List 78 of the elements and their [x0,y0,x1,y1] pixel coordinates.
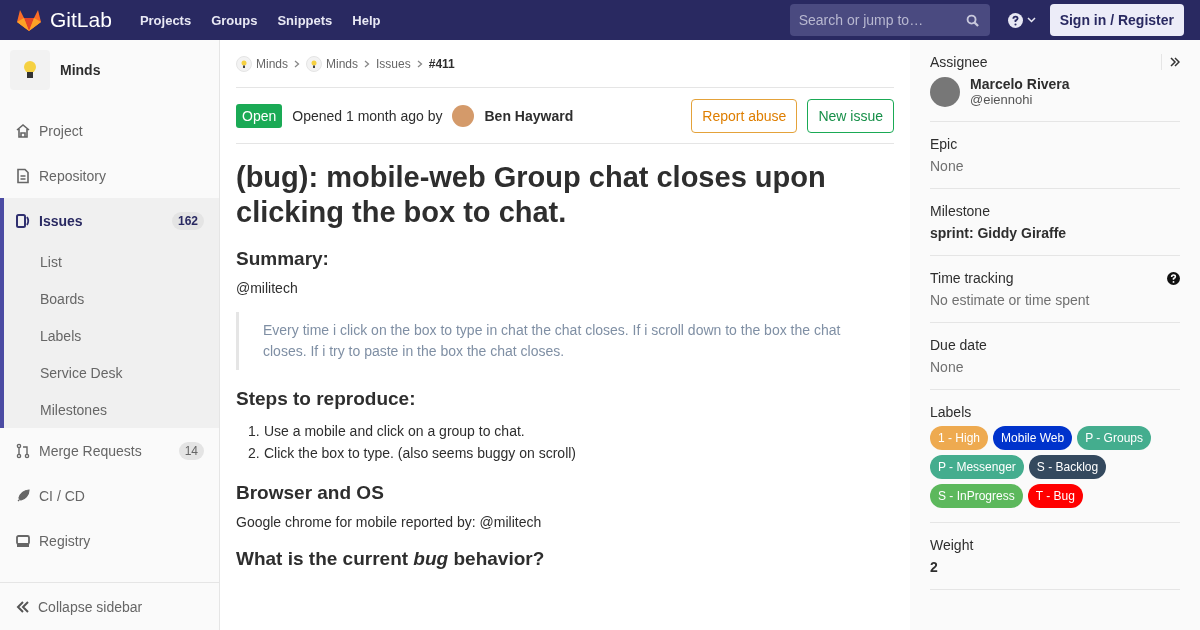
project-avatar [236,55,252,72]
section-heading: Steps to reproduce: [236,387,417,410]
section-value: No estimate or time spent [930,292,1091,308]
list-item: Click the box to type. (also seems buggy on scroll) [264,444,577,463]
section-title: Weight [930,537,974,553]
assignee-handle: @eiennohi [970,92,1034,107]
section-title: Time tracking [930,270,1014,286]
section-heading: Browser and OS [236,482,385,505]
help-icon[interactable] [1167,271,1180,285]
report-button[interactable]: Report abuse [691,98,798,133]
issue-title: (bug): mobile-web Group chat closes upon clicking the box to chat. [236,160,827,230]
fox-logo-icon[interactable] [16,8,42,32]
sidebar-subitem[interactable]: Service Desk [4,354,219,391]
sidebar-subitem[interactable]: List [4,243,219,280]
section-value: None [930,359,965,375]
sidebar-item[interactable]: Issues 162 [4,198,219,243]
count-badge: 14 [178,441,204,460]
nav-link[interactable]: Snippets [277,12,333,28]
sidebar-subitem[interactable]: Milestones [4,391,219,428]
section-heading: What is the current bug behavior? [236,548,546,571]
chevron-icon [416,59,423,68]
author-link[interactable]: Ben Hayward [484,107,574,124]
home-icon [15,122,31,139]
chevron-icon [364,59,371,68]
quote: Every time i click on the box to type in chat the chat closes. If i scroll down to the box the chat closes. If i try to paste in the box the chat closes. [236,311,867,370]
breadcrumb-link[interactable]: #411 [428,56,455,71]
sidebar-item[interactable]: Registry [0,518,219,563]
count-badge: 162 [171,211,204,230]
help-icon[interactable] [1007,12,1023,28]
assignee-name[interactable]: Marcelo Rivera [970,76,1070,92]
sidebar-item[interactable]: Merge Requests 14 [0,428,219,473]
sidebar-item[interactable]: Repository [0,153,219,198]
list-item: Use a mobile and click on a group to chat. [264,421,525,441]
double-chevron-icon [16,600,30,613]
section-title: Milestone [930,203,990,219]
search-icon [965,14,979,27]
avatar[interactable] [930,76,960,107]
section-value: None [930,158,965,174]
issues-icon [15,212,31,229]
opened-text: Opened 1 month ago by [292,107,443,124]
sidebar-item[interactable]: Project [0,108,219,153]
paragraph: Google chrome for mobile reported by: @militech [236,514,543,531]
section-value: sprint: Giddy Giraffe [930,225,1068,241]
project-avatar[interactable] [10,50,50,90]
brand-name[interactable]: GitLab [50,8,112,32]
sidebar-subitem[interactable]: Boards [4,280,219,317]
chevron-icon [294,59,300,68]
nav-link[interactable]: Help [352,12,381,28]
caret-icon[interactable] [1026,17,1036,23]
nav-link[interactable]: Groups [211,12,258,28]
label-tag[interactable]: Mobile Web [993,426,1073,450]
expand-icon[interactable] [1170,57,1180,67]
sign-in-button[interactable]: Sign in / Register [1049,4,1184,36]
new-issue-button[interactable]: New issue [807,98,894,133]
label-tag[interactable]: T - Bug [1027,484,1083,508]
paragraph: @militech [236,279,299,296]
breadcrumb-link[interactable]: Minds [326,56,359,71]
section-title: Assignee [930,54,988,70]
status-badge: Open [236,103,283,128]
registry-icon [15,532,31,549]
doc-icon [15,167,31,184]
search-field[interactable]: Search or jump to… [789,4,990,36]
list-number: 1. [248,421,258,441]
list-number: 2. [248,444,258,463]
sidebar-subitem[interactable]: Labels [4,317,219,354]
section-title: Due date [930,337,987,353]
project-avatar [306,55,322,72]
section-title: Labels [930,404,972,420]
project-name[interactable]: Minds [60,62,101,78]
nav-link[interactable]: Projects [139,12,192,28]
section-value: 2 [930,559,939,575]
breadcrumb-link[interactable]: Issues [376,56,411,71]
section-heading: Summary: [236,247,330,270]
section-title: Epic [930,136,958,152]
merge-icon [15,442,31,459]
sidebar-item[interactable]: CI / CD [0,473,219,518]
label-tag[interactable]: S - Backlog [1028,455,1107,479]
breadcrumb-link[interactable]: Minds [256,56,288,71]
